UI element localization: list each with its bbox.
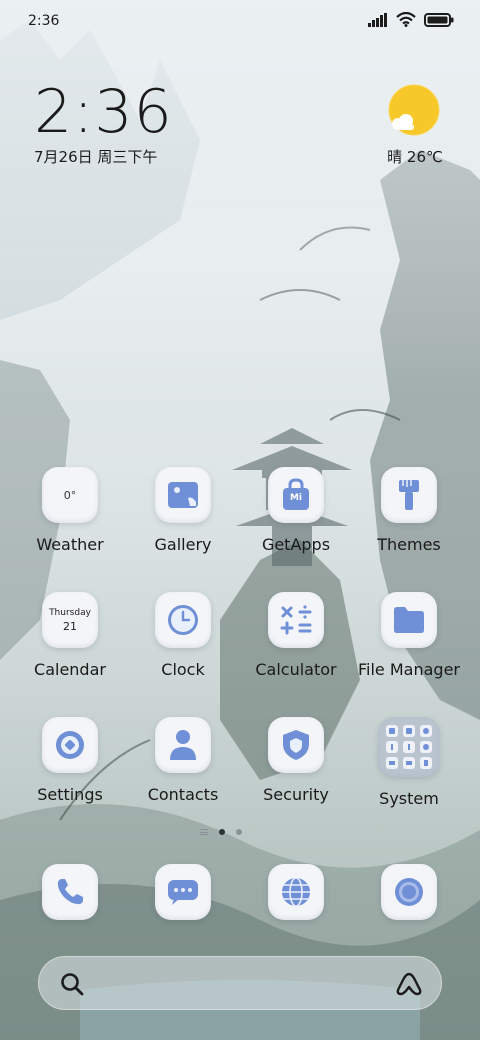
paint-brush-icon [381,467,437,523]
app-security[interactable]: Security [241,717,351,804]
search-bar[interactable] [38,956,442,1010]
weather-app-icon: 0° [42,467,98,523]
person-icon [155,717,211,773]
clock-icon [155,592,211,648]
calendar-day: 21 [63,619,77,633]
weather-widget[interactable] [384,84,444,144]
battery-icon [424,12,454,31]
browser-icon [268,864,324,920]
app-gallery[interactable]: Gallery [128,467,238,554]
app-folder-icon [378,717,440,777]
shopping-bag-icon: Mi [268,467,324,523]
calendar-weekday: Thursday [49,607,91,618]
calendar-icon: Thursday 21 [42,592,98,648]
status-bar: 2:36 [0,0,480,44]
dock-messages[interactable] [128,864,238,920]
app-label-settings: Settings [37,785,103,804]
app-label-calendar: Calendar [34,660,106,679]
app-label-themes: Themes [377,535,441,554]
page-indicator[interactable] [200,829,242,835]
app-system-folder[interactable]: System [354,717,464,808]
app-contacts[interactable]: Contacts [128,717,238,804]
app-themes[interactable]: Themes [354,467,464,554]
signal-icon [368,12,388,31]
dock-phone[interactable] [15,864,125,920]
app-file-manager[interactable]: File Manager [354,592,464,679]
clock-widget[interactable]: 2:36 7月26日 周三下午 [34,80,173,167]
app-getapps[interactable]: Mi GetApps [241,467,351,554]
wifi-icon [396,11,416,31]
app-calendar[interactable]: Thursday 21 Calendar [15,592,125,679]
getapps-mi-badge: Mi [289,493,303,503]
app-calculator[interactable]: Calculator [241,592,351,679]
clock-widget-date: 7月26日 周三下午 [34,148,158,166]
app-label-gallery: Gallery [154,535,212,554]
app-label-system: System [379,789,439,808]
assistant-icon[interactable] [395,971,423,1001]
search-icon [59,971,85,1001]
gallery-icon [155,467,211,523]
settings-icon [42,717,98,773]
dock-camera[interactable] [354,864,464,920]
app-label-calculator: Calculator [255,660,337,679]
app-label-clock: Clock [161,660,205,679]
dock-browser[interactable] [241,864,351,920]
sunny-cloud-icon [386,84,442,144]
weather-temp-badge: 0° [63,488,77,502]
page-dot [236,829,242,835]
shield-icon [268,717,324,773]
app-clock[interactable]: Clock [128,592,238,679]
app-label-contacts: Contacts [147,785,219,804]
folder-icon [381,592,437,648]
app-weather[interactable]: 0° Weather [15,467,125,554]
status-icons [368,11,454,31]
messages-icon [155,864,211,920]
app-label-getapps: GetApps [261,535,331,554]
camera-icon [381,864,437,920]
weather-widget-label: 晴 26℃ [387,148,443,166]
app-label-security: Security [263,785,329,804]
app-label-weather: Weather [36,535,104,554]
phone-icon [42,864,98,920]
calculator-icon [268,592,324,648]
page-dot-active [219,829,225,835]
app-label-file-manager: File Manager [358,660,460,679]
clock-widget-time: 2:36 [34,77,173,147]
app-drawer-indicator-icon [200,829,208,835]
app-settings[interactable]: Settings [15,717,125,804]
status-time: 2:36 [28,13,60,29]
